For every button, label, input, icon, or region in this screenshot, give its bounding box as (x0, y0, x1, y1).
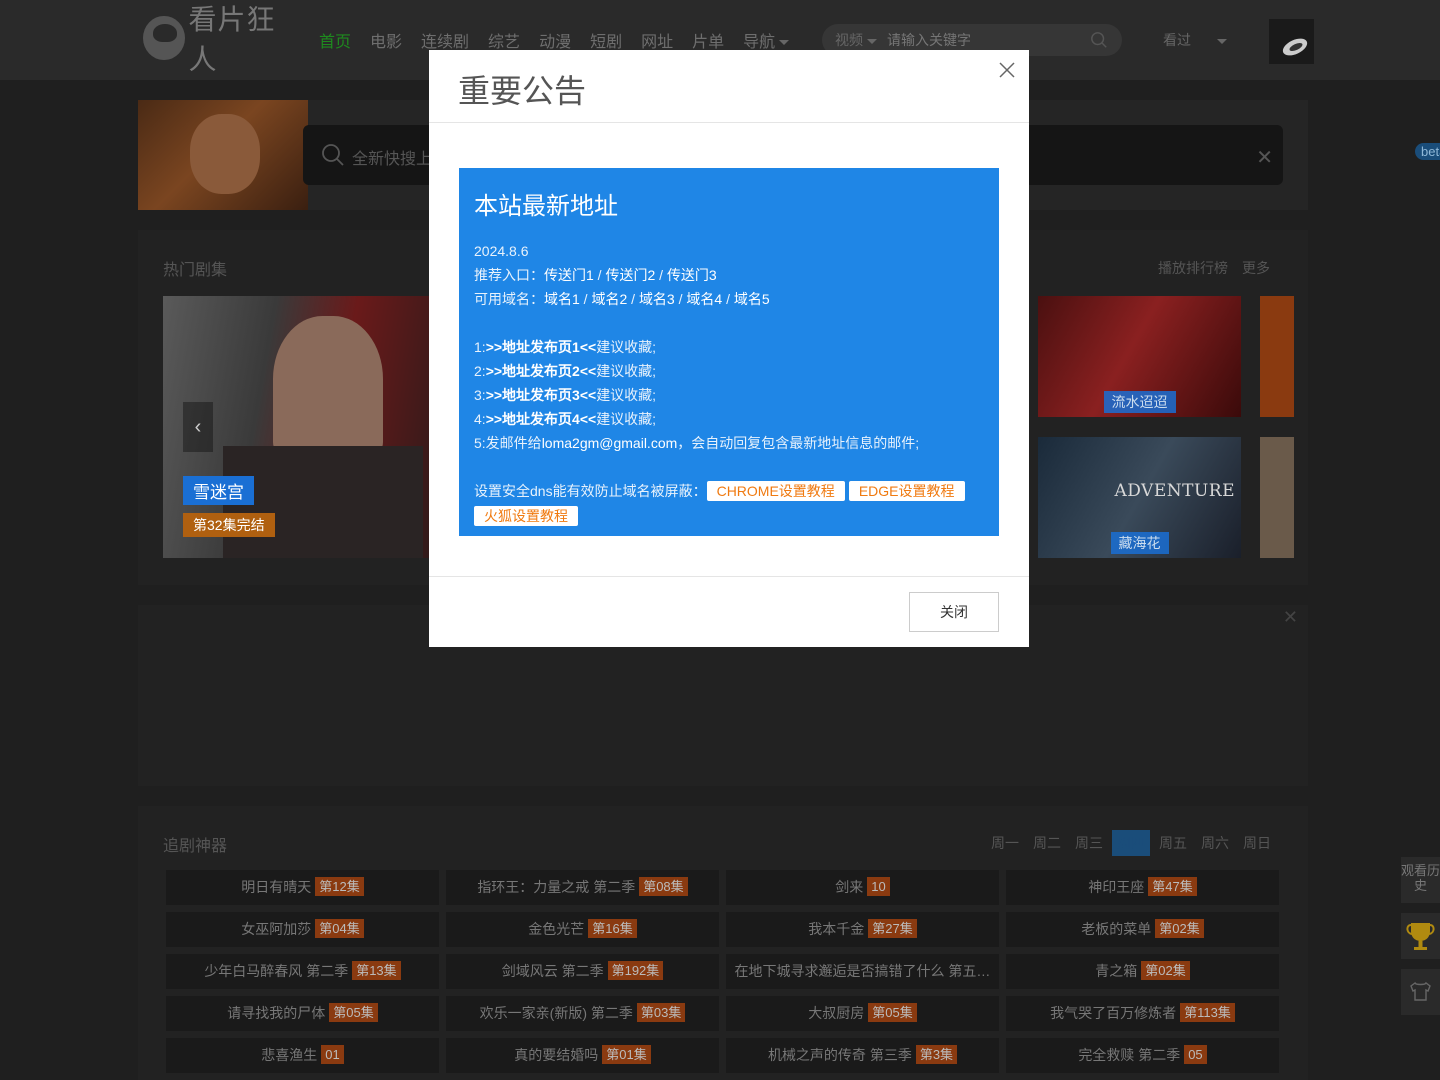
dns-text: 设置安全dns能有效防止域名被屏蔽： (474, 483, 707, 499)
close-icon[interactable] (997, 60, 1017, 80)
edge-tutorial-button[interactable]: EDGE设置教程 (848, 481, 965, 501)
item-suffix: 建议收藏; (596, 387, 657, 403)
release-page-link-1[interactable]: >>地址发布页1<< (486, 339, 597, 355)
mail-prefix: 5:发邮件给 (474, 435, 542, 451)
notice-date: 2024.8.6 (474, 243, 529, 259)
notice-title: 本站最新地址 (474, 193, 618, 220)
domain-link-4[interactable]: 域名4 (686, 291, 722, 307)
release-page-item: 4:>>地址发布页4<<建议收藏; (474, 407, 984, 431)
release-page-item: 3:>>地址发布页3<<建议收藏; (474, 383, 984, 407)
domain-label: 可用域名： (474, 291, 544, 307)
release-page-item: 1:>>地址发布页1<<建议收藏; (474, 335, 984, 359)
domain-link-2[interactable]: 域名2 (591, 291, 627, 307)
item-number: 1: (474, 339, 486, 355)
item-number: 2: (474, 363, 486, 379)
domain-link-1[interactable]: 域名1 (544, 291, 580, 307)
email-link[interactable]: loma2gm@gmail.com (542, 435, 678, 451)
domain-line: 可用域名：域名1 / 域名2 / 域名3 / 域名4 / 域名5 (474, 291, 770, 307)
portal-link-3[interactable]: 传送门3 (667, 267, 717, 283)
announcement-modal: 重要公告 本站最新地址 2024.8.6 推荐入口：传送门1 / 传送门2 / … (429, 50, 1029, 647)
item-number: 3: (474, 387, 486, 403)
domain-link-5[interactable]: 域名5 (734, 291, 770, 307)
portal-link-1[interactable]: 传送门1 (544, 267, 594, 283)
firefox-tutorial-button[interactable]: 火狐设置教程 (474, 506, 578, 526)
mail-line: 5:发邮件给loma2gm@gmail.com，会自动回复包含最新地址信息的邮件… (474, 431, 984, 455)
modal-footer: 关闭 (429, 576, 1029, 647)
item-number: 4: (474, 411, 486, 427)
item-suffix: 建议收藏; (596, 339, 657, 355)
dns-line-2: 火狐设置教程 (474, 504, 984, 528)
release-page-link-4[interactable]: >>地址发布页4<< (486, 411, 597, 427)
mail-suffix: ，会自动回复包含最新地址信息的邮件; (677, 435, 920, 451)
dns-line: 设置安全dns能有效防止域名被屏蔽： CHROME设置教程 EDGE设置教程 (474, 479, 984, 503)
item-suffix: 建议收藏; (596, 411, 657, 427)
domain-link-3[interactable]: 域名3 (639, 291, 675, 307)
entry-line: 推荐入口：传送门1 / 传送门2 / 传送门3 (474, 267, 717, 283)
modal-title: 重要公告 (458, 73, 587, 109)
chrome-tutorial-button[interactable]: CHROME设置教程 (706, 481, 845, 501)
release-page-item: 2:>>地址发布页2<<建议收藏; (474, 359, 984, 383)
item-suffix: 建议收藏; (596, 363, 657, 379)
release-page-link-2[interactable]: >>地址发布页2<< (486, 363, 597, 379)
close-button[interactable]: 关闭 (909, 592, 999, 632)
notice-panel: 本站最新地址 2024.8.6 推荐入口：传送门1 / 传送门2 / 传送门3 … (459, 168, 999, 536)
modal-header: 重要公告 (429, 50, 1029, 123)
entry-label: 推荐入口： (474, 267, 544, 283)
release-page-link-3[interactable]: >>地址发布页3<< (486, 387, 597, 403)
portal-link-2[interactable]: 传送门2 (605, 267, 655, 283)
